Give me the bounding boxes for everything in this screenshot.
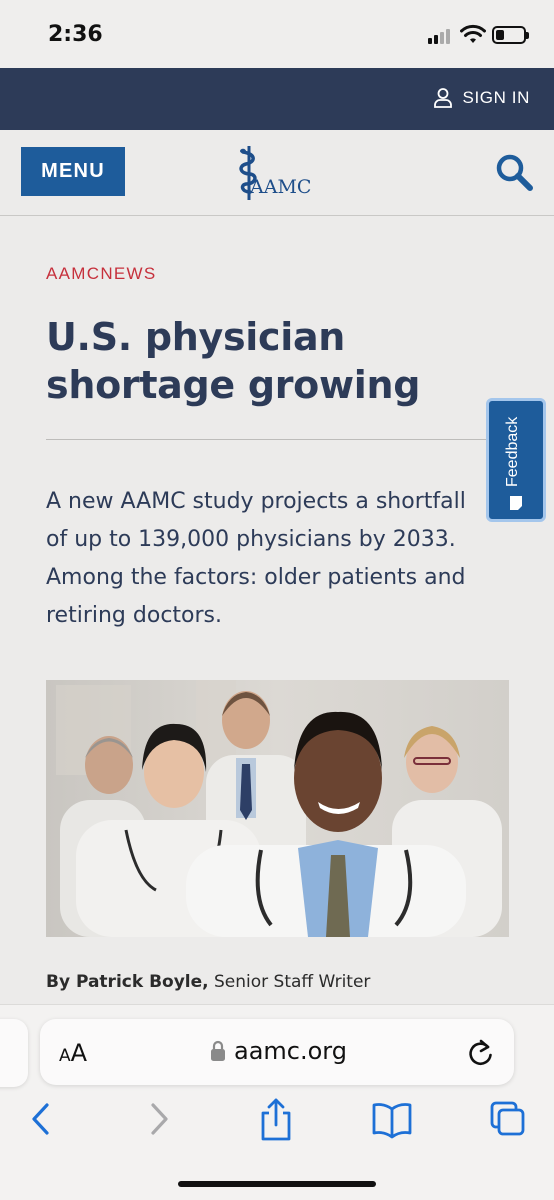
site-header: MENU AAMC xyxy=(0,130,554,216)
status-time: 2:36 xyxy=(48,22,103,47)
text-size-button[interactable]: AA xyxy=(59,1039,87,1067)
feedback-icon xyxy=(510,496,522,510)
url-display[interactable]: aamc.org xyxy=(210,1037,347,1065)
url-text: aamc.org xyxy=(234,1037,347,1065)
sign-in-label: SIGN IN xyxy=(462,88,530,107)
text-size-small: A xyxy=(59,1046,71,1066)
forward-icon[interactable] xyxy=(146,1097,172,1141)
aamc-logo[interactable]: AAMC xyxy=(230,144,322,204)
battery-level xyxy=(496,30,504,40)
article-hero-image xyxy=(46,680,509,937)
dek-line: A new AAMC study projects a shortfall xyxy=(46,489,466,514)
dek-line: retiring doctors. xyxy=(46,603,222,628)
byline-author[interactable]: By Patrick Boyle, xyxy=(46,972,209,992)
feedback-label: Feedback xyxy=(504,416,521,487)
cellular-signal-icon xyxy=(428,28,454,44)
logo-text: AAMC xyxy=(250,176,312,198)
article-dek: A new AAMC study projects a shortfall of… xyxy=(46,483,526,635)
back-icon[interactable] xyxy=(28,1097,54,1141)
wifi-icon xyxy=(460,24,486,43)
browser-toolbar xyxy=(0,1097,554,1147)
search-icon[interactable] xyxy=(494,152,534,192)
previous-tab-preview[interactable] xyxy=(0,1019,28,1087)
dek-line: of up to 139,000 physicians by 2033. xyxy=(46,527,456,552)
tabs-icon[interactable] xyxy=(488,1097,528,1141)
text-size-big: A xyxy=(70,1039,88,1067)
dek-line: Among the factors: older patients and xyxy=(46,565,466,590)
account-bar: SIGN IN xyxy=(0,68,554,130)
user-icon xyxy=(433,88,452,108)
article-headline: U.S. physician shortage growing xyxy=(46,315,421,407)
address-bar[interactable]: AA aamc.org xyxy=(40,1019,514,1085)
article-kicker[interactable]: AAMCNEWS xyxy=(46,264,157,284)
share-icon[interactable] xyxy=(258,1097,294,1143)
lock-icon xyxy=(211,1040,225,1061)
status-bar: 2:36 xyxy=(0,0,554,68)
article-byline: By Patrick Boyle, Senior Staff Writer xyxy=(46,972,370,992)
bookmarks-icon[interactable] xyxy=(370,1097,414,1141)
doctors-photo xyxy=(46,680,509,937)
byline-role: Senior Staff Writer xyxy=(208,972,371,992)
menu-button[interactable]: MENU xyxy=(21,147,125,196)
reload-icon[interactable] xyxy=(468,1039,494,1067)
battery-icon xyxy=(492,26,529,44)
feedback-tab[interactable]: Feedback xyxy=(486,398,546,522)
sign-in-link[interactable]: SIGN IN xyxy=(433,87,531,109)
headline-divider xyxy=(46,439,514,440)
browser-bottom-bar: AA aamc.org xyxy=(0,1004,554,1200)
home-indicator xyxy=(178,1181,376,1187)
